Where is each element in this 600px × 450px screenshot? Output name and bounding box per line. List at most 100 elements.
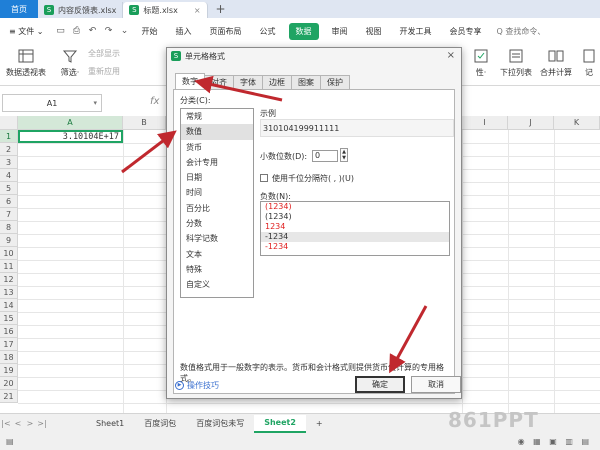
negative-format-item[interactable]: 1234	[261, 222, 449, 232]
reapply-button[interactable]: 重新应用	[88, 66, 120, 77]
col-header-i[interactable]: I	[462, 116, 508, 130]
sheet-tab-baidu-unwritten[interactable]: 百度词包未写	[186, 415, 254, 433]
menu-view[interactable]: 视图	[357, 26, 391, 37]
validity-button[interactable]: 性·	[470, 44, 492, 86]
row-header[interactable]: 11	[0, 260, 18, 273]
col-header-k[interactable]: K	[554, 116, 600, 130]
show-all-button[interactable]: 全部显示	[88, 48, 120, 59]
sheet-tab-sheet2[interactable]: Sheet2	[254, 414, 306, 433]
tab-number[interactable]: 数字	[175, 73, 205, 89]
save-icon[interactable]: ▭	[55, 25, 67, 37]
menu-data[interactable]: 数据	[288, 22, 319, 40]
col-header-b[interactable]: B	[123, 116, 166, 130]
col-header-j[interactable]: J	[508, 116, 554, 130]
spin-down-icon[interactable]: ▼	[341, 155, 347, 161]
col-header-a[interactable]: A	[18, 116, 123, 130]
thousands-separator-checkbox[interactable]	[260, 174, 268, 182]
row-header[interactable]: 20	[0, 377, 18, 390]
cell-a1[interactable]: 3.10104E+17	[18, 130, 123, 143]
row-header[interactable]: 4	[0, 169, 18, 182]
menu-start[interactable]: 开始	[133, 26, 167, 37]
menu-insert[interactable]: 插入	[167, 26, 201, 37]
redo-icon[interactable]: ↷	[103, 25, 115, 37]
pivot-table-button[interactable]: 数据透视表	[4, 44, 48, 86]
new-tab-button[interactable]: +	[216, 2, 226, 16]
dialog-titlebar[interactable]: S 单元格格式 ×	[167, 48, 461, 64]
cancel-button[interactable]: 取消	[411, 376, 461, 393]
row-header[interactable]: 1	[0, 130, 18, 143]
next-sheet-icon[interactable]: >	[24, 419, 36, 428]
category-item[interactable]: 时间	[181, 185, 253, 200]
last-sheet-icon[interactable]: >|	[36, 419, 48, 428]
row-header[interactable]: 8	[0, 221, 18, 234]
undo-icon[interactable]: ↶	[87, 25, 99, 37]
menu-review[interactable]: 审阅	[323, 26, 357, 37]
ok-button[interactable]: 确定	[355, 376, 405, 393]
merge-calc-button[interactable]: 合并计算	[538, 44, 574, 86]
close-icon[interactable]: ×	[447, 50, 455, 61]
row-header[interactable]: 18	[0, 351, 18, 364]
category-item[interactable]: 自定义	[181, 277, 253, 292]
row-header[interactable]: 17	[0, 338, 18, 351]
row-header[interactable]: 7	[0, 208, 18, 221]
tab-border[interactable]: 边框	[262, 75, 292, 89]
more-icon[interactable]: ⌄	[119, 25, 131, 37]
tab-font[interactable]: 字体	[233, 75, 263, 89]
menu-formula[interactable]: 公式	[251, 26, 285, 37]
row-header[interactable]: 15	[0, 312, 18, 325]
menu-developer[interactable]: 开发工具	[391, 26, 441, 37]
negative-format-item[interactable]: -1234	[261, 242, 449, 252]
negative-format-item[interactable]: (1234)	[261, 202, 449, 212]
negative-numbers-list[interactable]: (1234) (1234) 1234 -1234 -1234	[260, 201, 450, 256]
sheet-tab-baidu[interactable]: 百度词包	[134, 415, 186, 433]
command-search[interactable]: Q 查找命令、	[497, 26, 546, 37]
category-item[interactable]: 数值	[181, 124, 253, 140]
macro-icon[interactable]: ▤	[6, 437, 14, 446]
menu-page-layout[interactable]: 页面布局	[201, 26, 251, 37]
name-box[interactable]: A1 ▾	[2, 94, 102, 112]
negative-format-item[interactable]: (1234)	[261, 212, 449, 222]
add-sheet-button[interactable]: +	[306, 415, 333, 433]
category-item[interactable]: 文本	[181, 247, 253, 262]
row-header[interactable]: 6	[0, 195, 18, 208]
row-header[interactable]: 19	[0, 364, 18, 377]
dropdown-list-button[interactable]: 下拉列表	[498, 44, 534, 86]
tab-protect[interactable]: 保护	[320, 75, 350, 89]
category-item[interactable]: 会计专用	[181, 155, 253, 170]
row-header[interactable]: 16	[0, 325, 18, 338]
file-menu[interactable]: ≡ 文件 ⌄	[0, 26, 53, 37]
first-sheet-icon[interactable]: |<	[0, 419, 12, 428]
chevron-down-icon[interactable]: ▾	[93, 99, 97, 107]
filter-button[interactable]: 筛选·	[54, 44, 86, 86]
tab-pattern[interactable]: 图案	[291, 75, 321, 89]
row-header[interactable]: 13	[0, 286, 18, 299]
row-header[interactable]: 2	[0, 143, 18, 156]
decimal-spinner[interactable]: ▲ ▼	[340, 148, 348, 162]
row-header[interactable]: 9	[0, 234, 18, 247]
row-header[interactable]: 12	[0, 273, 18, 286]
category-list[interactable]: 常规 数值 货币 会计专用 日期 时间 百分比 分数 科学记数 文本 特殊 自定义	[180, 108, 254, 298]
sheet-tab-sheet1[interactable]: Sheet1	[86, 415, 134, 433]
row-header[interactable]: 10	[0, 247, 18, 260]
category-item[interactable]: 货币	[181, 140, 253, 155]
row-header[interactable]: 3	[0, 156, 18, 169]
fx-icon[interactable]: fx	[150, 96, 159, 107]
decimal-places-input[interactable]: 0	[312, 150, 338, 162]
file-tab-feedback[interactable]: S 内容反馈表.xlsx	[38, 2, 124, 18]
record-button[interactable]: 记	[580, 44, 598, 86]
category-item[interactable]: 分数	[181, 216, 253, 231]
file-tab-title[interactable]: S 标题.xlsx ×	[123, 2, 208, 18]
row-header[interactable]: 14	[0, 299, 18, 312]
menu-member[interactable]: 会员专享	[441, 26, 491, 37]
category-item[interactable]: 百分比	[181, 201, 253, 216]
category-item[interactable]: 日期	[181, 170, 253, 185]
prev-sheet-icon[interactable]: <	[12, 419, 24, 428]
row-header[interactable]: 21	[0, 390, 18, 403]
negative-format-item[interactable]: -1234	[261, 232, 449, 242]
category-item[interactable]: 常规	[181, 109, 253, 124]
tips-link[interactable]: ▶ 操作技巧	[175, 380, 219, 391]
close-tab-icon[interactable]: ×	[194, 6, 201, 15]
row-header[interactable]: 5	[0, 182, 18, 195]
view-mode-icon[interactable]: ◉ ▦ ▣ ▥ ▤	[518, 437, 592, 446]
category-item[interactable]: 特殊	[181, 262, 253, 277]
